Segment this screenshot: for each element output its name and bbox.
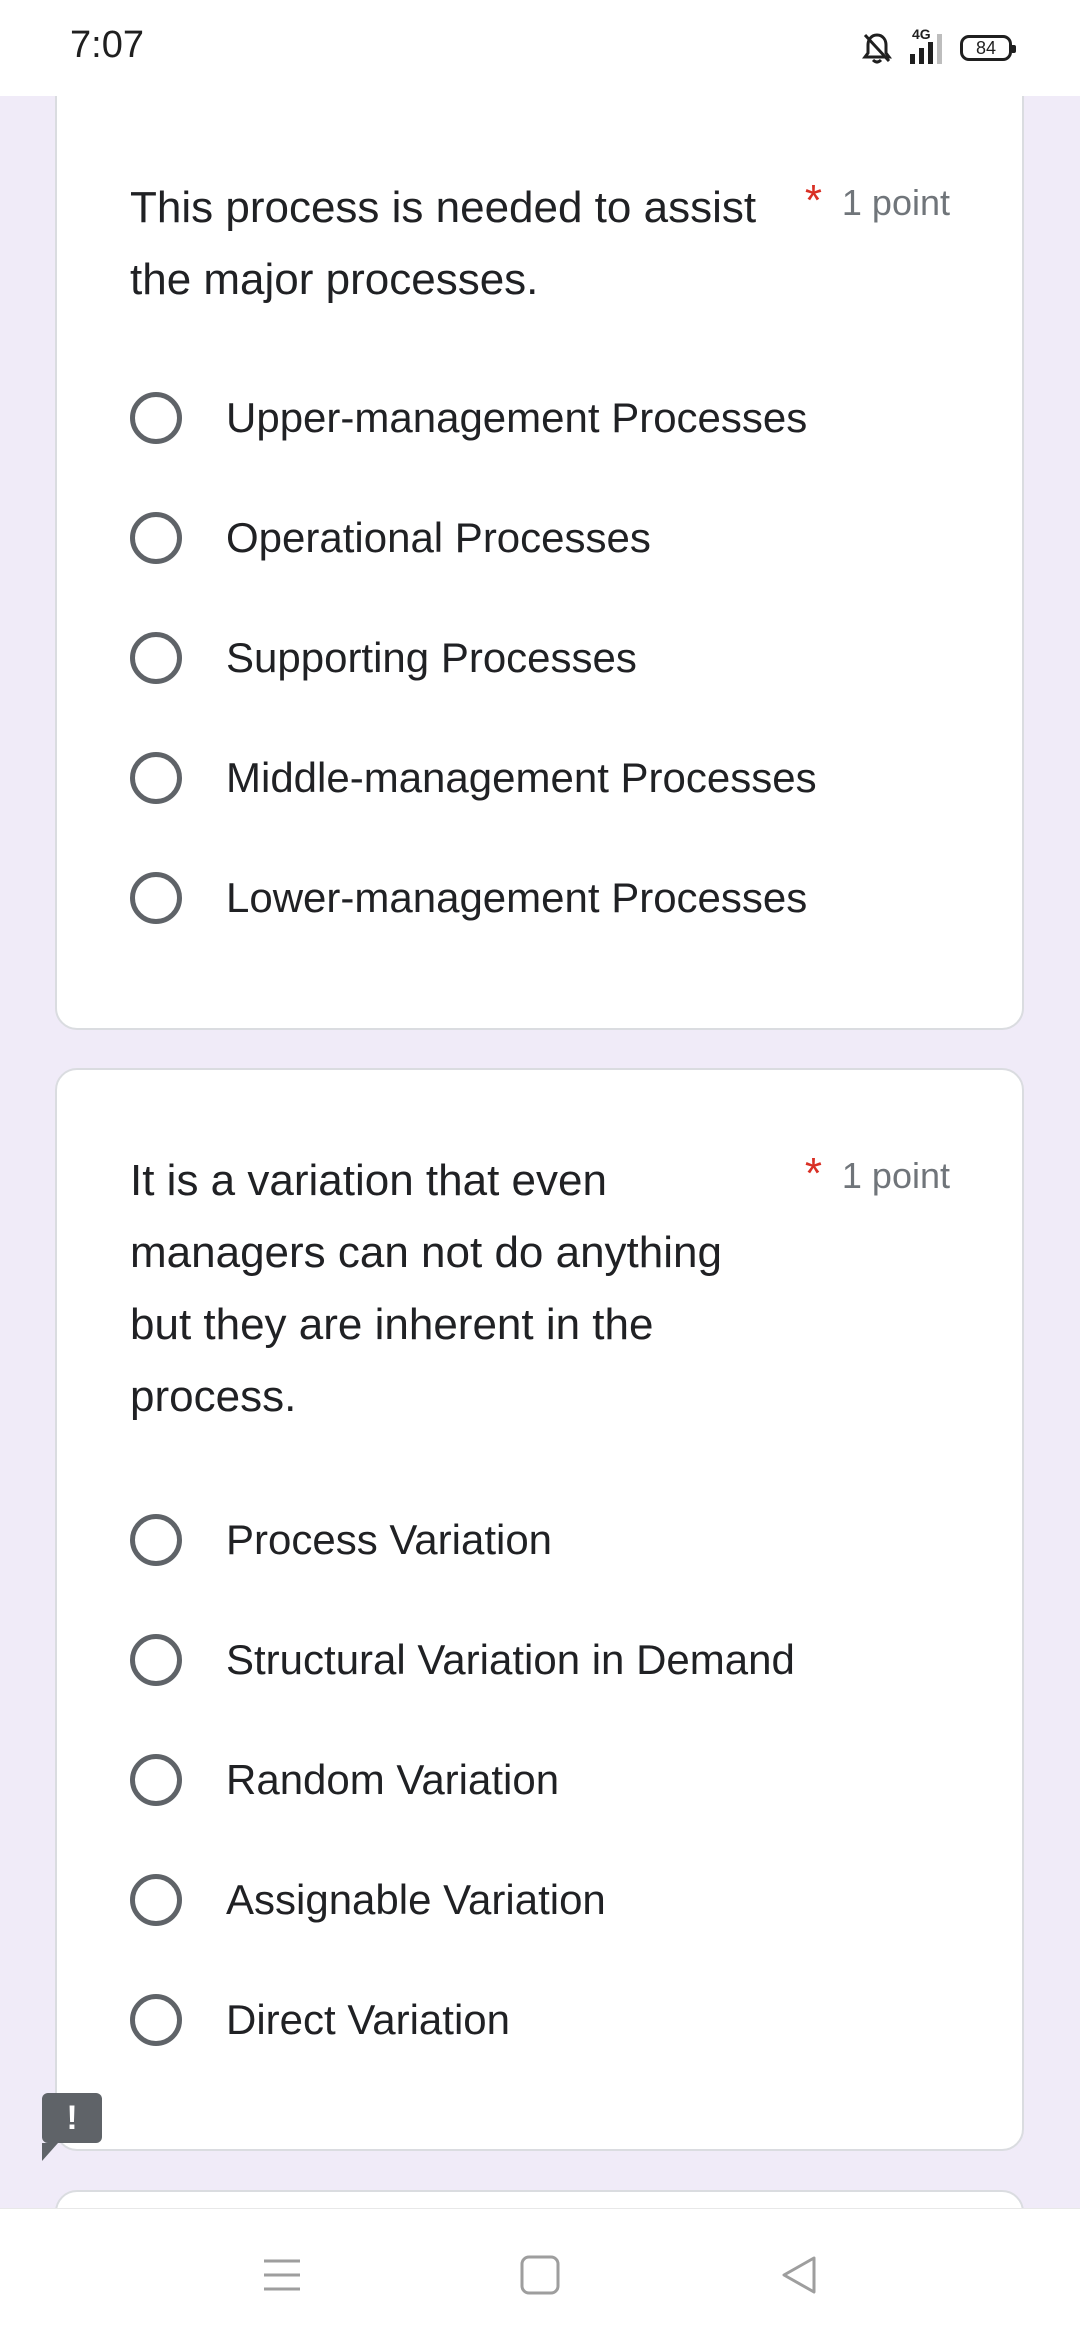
option-radio[interactable]: Assignable Variation — [130, 1860, 606, 1940]
option-label: Direct Variation — [226, 1996, 510, 2043]
option-radio[interactable]: Middle-management Processes — [130, 738, 817, 818]
option-radio[interactable]: Operational Processes — [130, 498, 651, 578]
navigation-bar — [0, 2208, 1080, 2340]
radio-button-icon[interactable] — [130, 392, 182, 444]
option-label: Supporting Processes — [226, 634, 637, 681]
battery-icon: 84 — [960, 35, 1016, 61]
required-asterisk: * — [804, 1149, 822, 1198]
status-icons: 4G 84 — [862, 26, 1016, 66]
option-radio[interactable]: Direct Variation — [130, 1980, 510, 2060]
option-radio[interactable]: Process Variation — [130, 1500, 552, 1580]
menu-icon[interactable] — [260, 2253, 304, 2297]
option-radio[interactable]: Structural Variation in Demand — [130, 1620, 795, 1700]
home-icon[interactable] — [518, 2253, 562, 2297]
radio-button-icon[interactable] — [130, 1634, 182, 1686]
radio-button-icon[interactable] — [130, 632, 182, 684]
option-label: Operational Processes — [226, 514, 651, 561]
option-radio[interactable]: Random Variation — [130, 1740, 559, 1820]
status-time: 7:07 — [70, 24, 144, 66]
option-radio[interactable]: Upper-management Processes — [130, 378, 807, 458]
option-label: Upper-management Processes — [226, 394, 808, 441]
option-label: Random Variation — [226, 1756, 560, 1803]
question-title: It is a variation that even managers can… — [130, 1156, 722, 1421]
option-label: Process Variation — [226, 1516, 553, 1563]
signal-label: 4G — [912, 26, 931, 42]
points-label: 1 point — [841, 1155, 950, 1196]
option-radio[interactable]: Supporting Processes — [130, 618, 637, 698]
bell-muted-icon — [862, 32, 892, 64]
option-label: Lower-management Processes — [226, 874, 808, 921]
back-icon[interactable] — [778, 2253, 822, 2297]
radio-button-icon[interactable] — [130, 1994, 182, 2046]
question-title: This process is needed to assist the maj… — [130, 183, 757, 304]
option-label: Structural Variation in Demand — [226, 1636, 795, 1683]
radio-button-icon[interactable] — [130, 752, 182, 804]
question-card-1: This process is needed to assist the maj… — [55, 70, 1024, 1030]
question-card-2: It is a variation that even managers can… — [55, 1068, 1024, 2151]
radio-button-icon[interactable] — [130, 512, 182, 564]
points-label: 1 point — [841, 182, 950, 223]
option-label: Middle-management Processes — [226, 754, 817, 801]
radio-button-icon[interactable] — [130, 1754, 182, 1806]
radio-button-icon[interactable] — [130, 1514, 182, 1566]
option-radio[interactable]: Lower-management Processes — [130, 858, 807, 938]
required-asterisk: * — [804, 176, 822, 225]
radio-button-icon[interactable] — [130, 1874, 182, 1926]
option-label: Assignable Variation — [226, 1876, 606, 1923]
feedback-button[interactable]: ! — [42, 2093, 102, 2161]
signal-icon: 4G — [910, 26, 942, 64]
radio-button-icon[interactable] — [130, 872, 182, 924]
status-bar: 7:07 4G 84 — [0, 0, 1080, 96]
